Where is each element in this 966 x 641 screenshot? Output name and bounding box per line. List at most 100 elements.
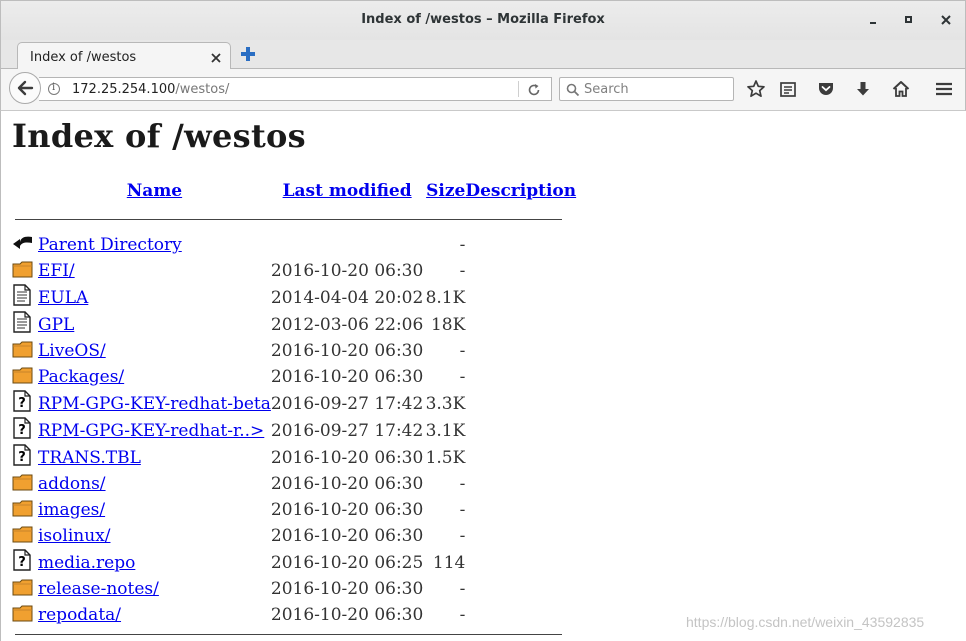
size-cell: -	[459, 367, 466, 387]
back-arrow-icon	[17, 80, 34, 96]
window-titlebar: Index of /westos – Mozilla Firefox	[0, 0, 966, 40]
tab-strip: Index of /westos	[0, 40, 966, 70]
description-cell	[465, 390, 576, 417]
icon-header	[12, 176, 38, 206]
back-icon	[12, 233, 34, 258]
table-row: EULA 2014-04-04 20:02 8.1K	[12, 284, 576, 311]
folder-icon	[12, 472, 34, 497]
tab-close-button[interactable]	[210, 49, 222, 63]
file-link[interactable]: TRANS.TBL	[38, 448, 141, 468]
file-link[interactable]: addons/	[38, 474, 106, 494]
size-cell: 3.1K	[425, 420, 466, 441]
table-row: ? RPM-GPG-KEY-redhat-beta 2016-09-27 17:42…	[12, 390, 576, 417]
file-link[interactable]: isolinux/	[38, 526, 110, 546]
file-link[interactable]: release-notes/	[38, 579, 159, 599]
sort-by-description-link[interactable]: Description	[465, 181, 576, 201]
size-cell: -	[459, 526, 466, 546]
watermark: https://blog.csdn.net/weixin_43592835	[686, 614, 925, 630]
folder-icon	[12, 524, 34, 549]
reload-icon	[528, 84, 540, 96]
close-icon	[211, 53, 221, 63]
unknown-file-icon: ?	[12, 417, 32, 444]
last-modified-cell: 2016-10-20 06:30	[270, 526, 424, 546]
reader-list-button[interactable]	[778, 79, 798, 99]
unknown-file-icon: ?	[12, 444, 32, 471]
description-cell	[465, 417, 576, 444]
file-link[interactable]: EFI/	[38, 261, 75, 281]
sort-by-name-link[interactable]: Name	[127, 181, 182, 201]
description-cell	[465, 602, 576, 628]
column-header-size: Size	[423, 176, 465, 206]
header-divider-row	[12, 206, 576, 232]
description-cell	[465, 258, 576, 284]
close-window-button[interactable]	[938, 12, 954, 28]
search-box[interactable]	[559, 77, 734, 101]
downloads-button[interactable]	[853, 79, 873, 99]
file-link[interactable]: EULA	[38, 288, 88, 308]
last-modified-cell: 2014-04-04 20:02	[270, 287, 424, 308]
star-icon	[747, 80, 765, 98]
home-icon	[892, 81, 910, 97]
minimize-button[interactable]	[865, 12, 881, 28]
file-link[interactable]: Parent Directory	[38, 235, 182, 255]
download-arrow-icon	[857, 82, 869, 96]
last-modified-cell: 2016-09-27 17:42	[270, 420, 424, 441]
file-link[interactable]: GPL	[38, 315, 74, 335]
last-modified-cell: 2012-03-06 22:06	[270, 314, 424, 335]
table-row: GPL 2012-03-06 22:06 18K	[12, 311, 576, 338]
description-cell	[465, 311, 576, 338]
back-button[interactable]	[9, 72, 41, 104]
pocket-icon	[819, 83, 833, 95]
site-info-icon[interactable]	[48, 82, 60, 95]
hamburger-menu-icon	[936, 82, 952, 96]
folder-icon	[12, 498, 34, 523]
file-link[interactable]: Packages/	[38, 367, 124, 387]
size-cell: 114	[432, 552, 466, 573]
file-link[interactable]: RPM-GPG-KEY-redhat-beta	[38, 394, 271, 414]
file-link[interactable]: LiveOS/	[38, 341, 106, 361]
file-link[interactable]: repodata/	[38, 605, 121, 625]
unknown-file-icon: ?	[12, 549, 32, 576]
description-cell	[465, 444, 576, 471]
sort-by-size-link[interactable]: Size	[426, 181, 465, 201]
search-input[interactable]	[584, 80, 729, 98]
table-row: ? media.repo 2016-10-20 06:25 114	[12, 549, 576, 576]
url-text[interactable]: 172.25.254.100/westos/	[72, 82, 229, 97]
unknown-file-icon: ?	[12, 390, 32, 417]
reload-button[interactable]	[527, 82, 541, 96]
size-cell: -	[459, 261, 466, 281]
description-cell	[465, 232, 576, 258]
size-cell: -	[459, 500, 466, 520]
folder-icon	[12, 577, 34, 602]
table-row: ? TRANS.TBL 2016-10-20 06:30 1.5K	[12, 444, 576, 471]
folder-icon	[12, 259, 34, 284]
url-bar[interactable]: 172.25.254.100/westos/	[39, 77, 552, 101]
folder-icon	[12, 339, 34, 364]
table-header-row: Name Last modified Size Description	[12, 176, 576, 206]
svg-text:?: ?	[18, 555, 26, 570]
table-row: images/2016-10-20 06:30 -	[12, 497, 576, 523]
home-button[interactable]	[891, 79, 911, 99]
window-border	[0, 111, 1, 641]
sort-by-date-link[interactable]: Last modified	[283, 181, 412, 201]
new-tab-button[interactable]	[241, 47, 255, 61]
menu-button[interactable]	[934, 79, 954, 99]
last-modified-cell: 2016-09-27 17:42	[270, 393, 424, 414]
file-link[interactable]: images/	[38, 500, 105, 520]
tab-active[interactable]: Index of /westos	[17, 42, 231, 70]
tab-title: Index of /westos	[30, 50, 137, 65]
description-cell	[465, 284, 576, 311]
bookmark-star-button[interactable]	[746, 79, 766, 99]
horizontal-rule	[15, 633, 562, 635]
size-cell: -	[459, 474, 466, 494]
pocket-button[interactable]	[816, 79, 836, 99]
maximize-button[interactable]	[901, 12, 917, 28]
last-modified-cell: 2016-10-20 06:30	[270, 605, 424, 625]
folder-icon	[12, 603, 34, 628]
file-link[interactable]: media.repo	[38, 553, 135, 573]
description-cell	[465, 338, 576, 364]
table-row: isolinux/2016-10-20 06:30 -	[12, 523, 576, 549]
file-link[interactable]: RPM-GPG-KEY-redhat-r..>	[38, 421, 264, 441]
table-row: Parent Directory -	[12, 232, 576, 258]
last-modified-cell: 2016-10-20 06:30	[270, 579, 424, 599]
